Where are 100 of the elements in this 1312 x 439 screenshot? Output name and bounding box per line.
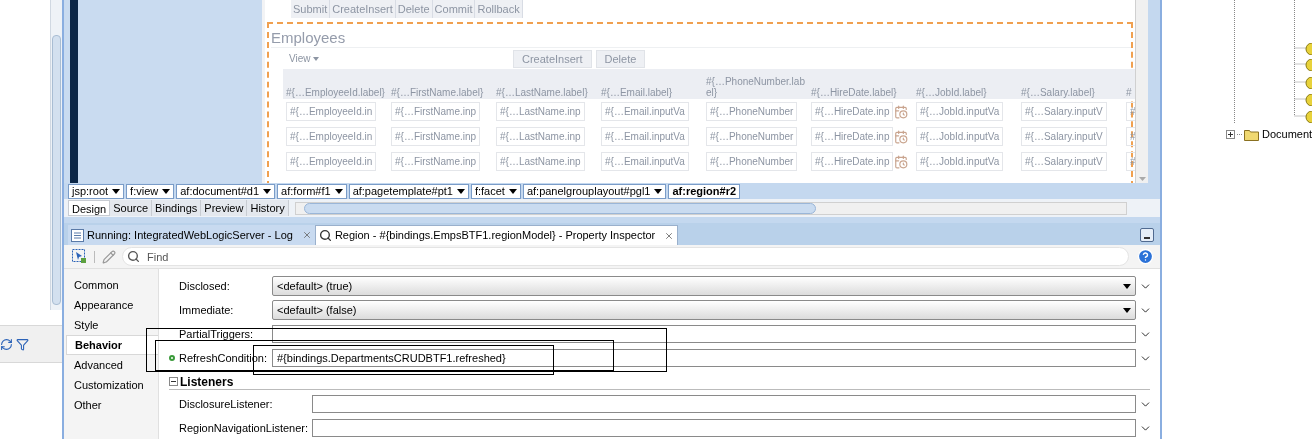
arrow-down-icon[interactable] bbox=[1138, 177, 1146, 181]
filter-icon[interactable] bbox=[16, 337, 29, 351]
property-label: Immediate: bbox=[179, 302, 234, 318]
caret-icon bbox=[112, 188, 121, 194]
tree-item-label[interactable]: Document bbox=[1262, 126, 1312, 143]
property-label: PartialTriggers: bbox=[179, 326, 254, 342]
action-button[interactable]: Submit bbox=[291, 0, 331, 18]
breadcrumb-item[interactable]: jsp:root bbox=[68, 183, 125, 199]
column-header: #{…HireDate.label} bbox=[808, 69, 913, 99]
category-item[interactable]: Appearance bbox=[66, 295, 158, 315]
action-button[interactable]: Commit bbox=[432, 0, 476, 18]
cell-field[interactable]: #{…HireDate.inp bbox=[811, 127, 894, 146]
cell-field[interactable]: #{…LastName.inp bbox=[496, 102, 585, 121]
action-button[interactable]: CreateInsert bbox=[330, 0, 396, 18]
cell-field[interactable]: #{…JobId.inputVa bbox=[916, 152, 1004, 171]
column-header: #{…FirstName.label} bbox=[388, 69, 493, 99]
folder-icon bbox=[1244, 127, 1260, 141]
cell-field[interactable]: #{…JobId.inputVa bbox=[916, 127, 1004, 146]
editor-tab[interactable]: Bindings bbox=[152, 200, 202, 216]
cell-field[interactable]: #{…HireDate.inp bbox=[811, 152, 894, 171]
caret-icon bbox=[1123, 307, 1131, 313]
cell-field[interactable]: #{…FirstName.inp bbox=[391, 127, 481, 146]
table-button[interactable]: CreateInsert bbox=[513, 49, 592, 68]
cell-field[interactable]: #{…Salary.inputV bbox=[1021, 152, 1107, 171]
column-header: #{…Email.label} bbox=[598, 69, 703, 99]
category-item[interactable]: Customization bbox=[66, 375, 158, 395]
breadcrumb-item[interactable]: af:region#r2 bbox=[668, 183, 741, 199]
cell-field[interactable]: #{…PhoneNumber bbox=[706, 127, 798, 146]
property-field[interactable]: #{bindings.DepartmentsCRUDBTF1.refreshed} bbox=[272, 349, 1136, 367]
close-icon[interactable] bbox=[301, 230, 312, 240]
cell-field[interactable]: #{…JobId.inputVa bbox=[916, 102, 1004, 121]
calendar-icon[interactable] bbox=[894, 154, 909, 169]
breadcrumb-item[interactable]: f:view bbox=[126, 183, 175, 199]
collapse-toggle[interactable] bbox=[169, 377, 178, 386]
property-field[interactable] bbox=[312, 419, 1136, 437]
select-icon[interactable] bbox=[72, 249, 87, 264]
help-icon[interactable] bbox=[1137, 248, 1154, 265]
cell-field[interactable]: #{…FirstName.inp bbox=[391, 102, 481, 121]
cell-field[interactable]: #{…EmployeeId.in bbox=[286, 152, 377, 171]
cell-field[interactable]: #{…HireDate.inp bbox=[811, 102, 894, 121]
cell-field[interactable]: #{…Email.inputVa bbox=[601, 152, 689, 171]
editor-tab[interactable]: Preview bbox=[201, 200, 248, 216]
calendar-icon[interactable] bbox=[894, 129, 909, 144]
property-field[interactable] bbox=[312, 395, 1136, 413]
category-item[interactable]: Style bbox=[66, 315, 158, 335]
category-item[interactable]: Behavior bbox=[66, 335, 158, 355]
editor-tab[interactable]: Source bbox=[110, 200, 153, 216]
cell-field[interactable]: #{…EmployeeId.in bbox=[286, 102, 377, 121]
property-label: RegionNavigationListener: bbox=[179, 420, 309, 436]
property-label: Disclosed: bbox=[179, 278, 230, 294]
breadcrumb-item[interactable]: af:document#d1 bbox=[176, 183, 276, 199]
action-button[interactable]: Delete bbox=[395, 0, 433, 18]
cell-field[interactable]: #{…Email.inputVa bbox=[601, 102, 689, 121]
tab-label: Running: IntegratedWebLogicServer - Log bbox=[87, 227, 293, 243]
refresh-icon[interactable] bbox=[0, 337, 13, 351]
column-header: #{…EmployeeId.label} bbox=[283, 69, 388, 99]
horizontal-scrollbar[interactable] bbox=[294, 201, 1127, 215]
cell-field[interactable]: #{…FirstName.inp bbox=[391, 152, 481, 171]
property-label: DisclosureListener: bbox=[179, 396, 273, 412]
property-field[interactable] bbox=[272, 325, 1136, 343]
cell-field[interactable]: #{…Salary.inputV bbox=[1021, 102, 1107, 121]
breadcrumb-item[interactable]: af:panelgrouplayout#pgl1 bbox=[522, 183, 667, 199]
category-item[interactable]: Common bbox=[66, 275, 158, 295]
close-icon[interactable] bbox=[664, 230, 675, 241]
caret-icon bbox=[263, 188, 272, 194]
panel-tab[interactable]: Running: IntegratedWebLogicServer - Log bbox=[68, 225, 315, 245]
action-button[interactable]: Rollback bbox=[475, 0, 523, 18]
caret-icon bbox=[508, 188, 517, 194]
cell-field[interactable]: #{…PhoneNumber bbox=[706, 102, 798, 121]
cell-field[interactable]: #{…Salary.inputV bbox=[1021, 127, 1107, 146]
table-button[interactable]: Delete bbox=[595, 49, 646, 68]
property-dropdown[interactable]: <default> (false) bbox=[272, 300, 1136, 320]
cell-field[interactable]: #{…Email.inputVa bbox=[601, 127, 689, 146]
cell-field[interactable]: #{…LastName.inp bbox=[496, 152, 585, 171]
editor-tab[interactable]: Design bbox=[68, 200, 111, 216]
scrollbar[interactable] bbox=[1135, 0, 1148, 183]
editor-tab[interactable]: History bbox=[247, 200, 289, 216]
breadcrumb-item[interactable]: af:pagetemplate#pt1 bbox=[348, 183, 469, 199]
property-dropdown[interactable]: <default> (true) bbox=[272, 276, 1136, 296]
caret-icon bbox=[1123, 283, 1131, 289]
column-header: #{…JobId.label} bbox=[913, 69, 1018, 99]
cell-field[interactable]: #{…PhoneNumber bbox=[706, 152, 798, 171]
minimize-button[interactable] bbox=[1140, 228, 1154, 242]
panel-tab[interactable]: Region - #{bindings.EmpsBTF1.regionModel} - Property Inspector bbox=[314, 225, 679, 245]
cell-field[interactable]: #{…LastName.inp bbox=[496, 127, 585, 146]
view-menu[interactable]: View bbox=[289, 51, 509, 66]
breadcrumb-item[interactable]: af:form#f1 bbox=[277, 183, 347, 199]
scrollbar[interactable] bbox=[50, 0, 62, 310]
breadcrumb-item[interactable]: f:facet bbox=[470, 183, 521, 199]
section-title: Employees bbox=[271, 28, 347, 47]
inspector-icon bbox=[318, 229, 332, 242]
category-item[interactable]: Other bbox=[66, 395, 158, 415]
caret-icon bbox=[654, 188, 663, 194]
search-field[interactable]: Find bbox=[122, 247, 1129, 266]
pencil-icon[interactable] bbox=[102, 249, 116, 264]
cell-field[interactable]: #{…EmployeeId.in bbox=[286, 127, 377, 146]
expand-toggle[interactable] bbox=[1226, 129, 1235, 139]
category-item[interactable]: Advanced bbox=[66, 355, 158, 375]
tab-label: Region - #{bindings.EmpsBTF1.regionModel} - Property Inspector bbox=[334, 228, 656, 244]
calendar-icon[interactable] bbox=[894, 104, 909, 119]
